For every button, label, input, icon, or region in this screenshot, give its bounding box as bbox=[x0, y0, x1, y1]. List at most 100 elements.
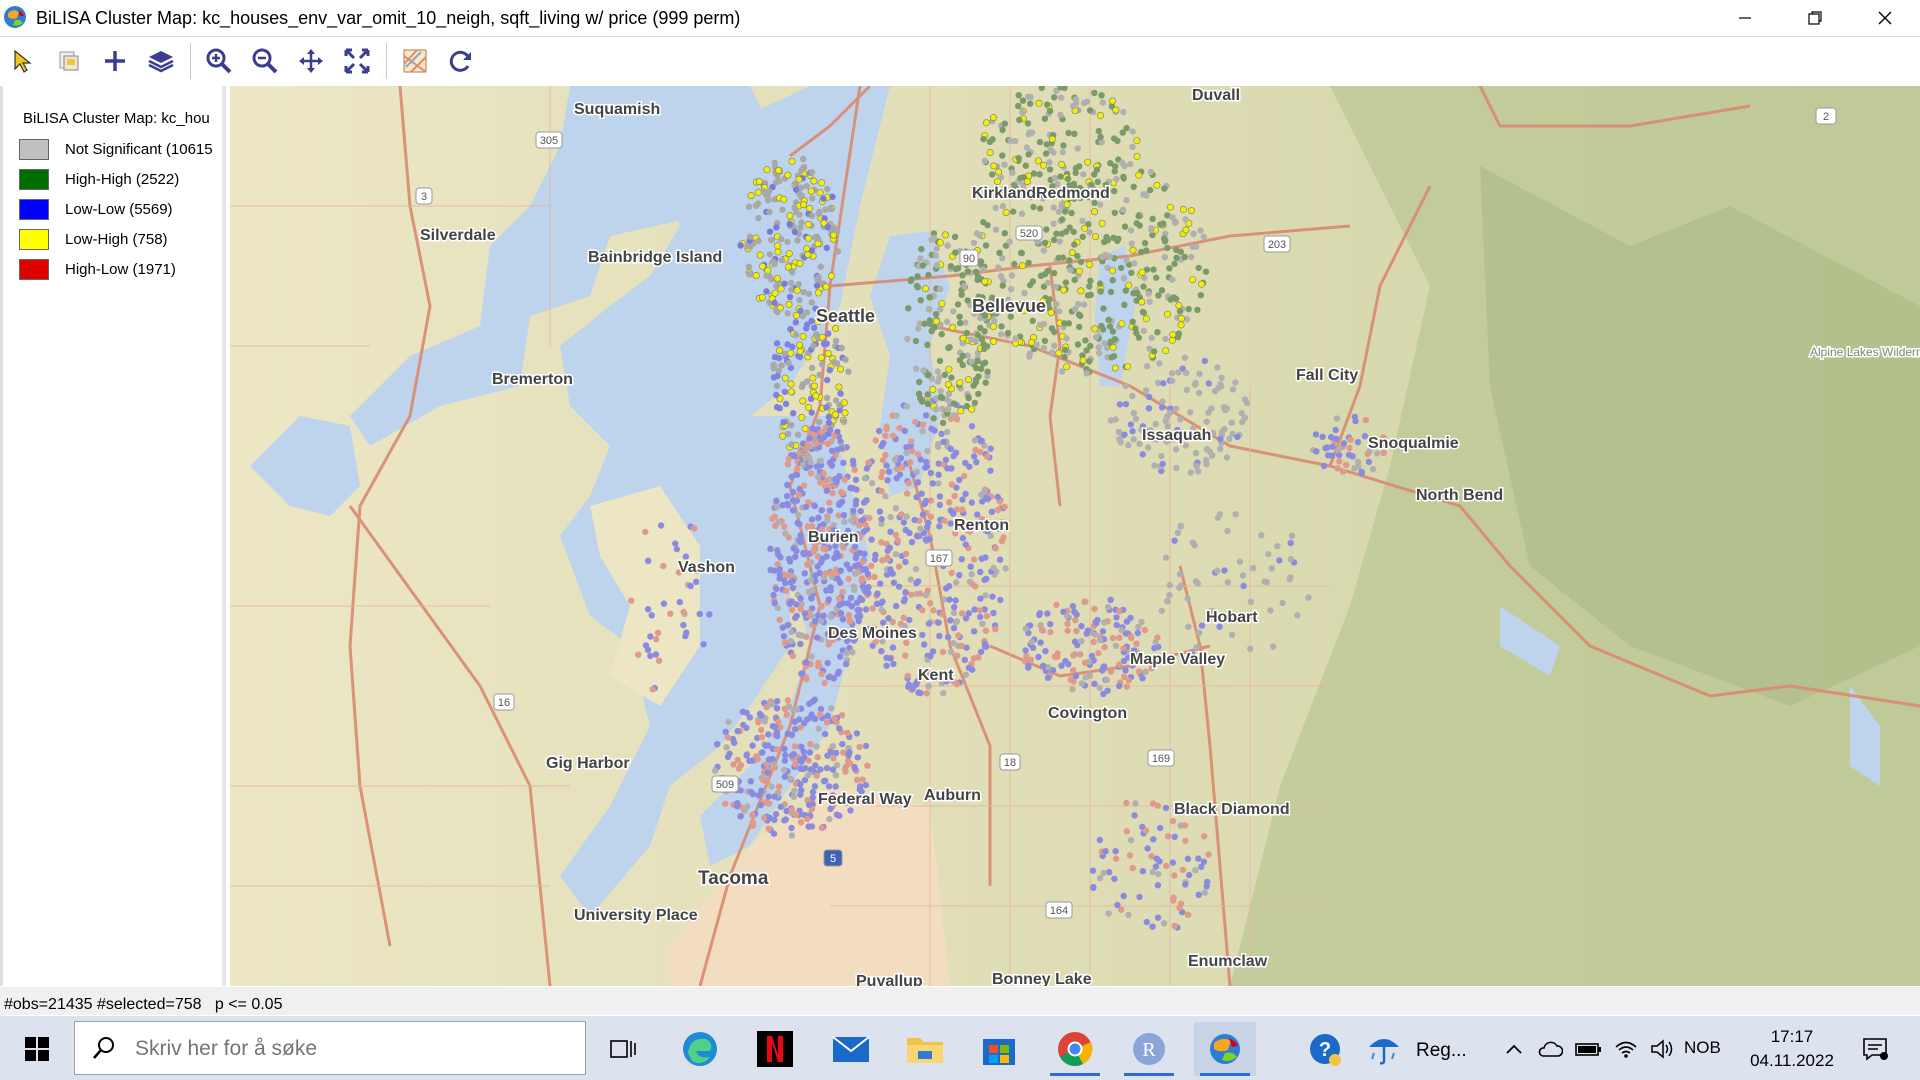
observation-point bbox=[987, 467, 994, 474]
observation-point bbox=[860, 528, 868, 535]
observation-point bbox=[1287, 555, 1295, 563]
observation-point bbox=[1071, 638, 1079, 645]
file-explorer-taskbar-button[interactable] bbox=[894, 1022, 956, 1076]
weather-widget[interactable]: Reg... bbox=[1362, 1022, 1472, 1076]
observation-point bbox=[972, 446, 979, 453]
netflix-taskbar-button[interactable] bbox=[744, 1022, 806, 1076]
store-taskbar-button[interactable] bbox=[968, 1022, 1030, 1076]
observation-point bbox=[1197, 292, 1204, 299]
observation-point bbox=[936, 523, 943, 530]
minimize-button[interactable] bbox=[1710, 0, 1780, 36]
start-button[interactable] bbox=[6, 1022, 68, 1076]
geoda-taskbar-button[interactable] bbox=[1194, 1022, 1256, 1076]
select-tool-button[interactable] bbox=[6, 44, 40, 78]
observation-point bbox=[1069, 602, 1076, 610]
input-language-indicator[interactable]: NOB bbox=[1684, 1038, 1721, 1058]
onedrive-button[interactable] bbox=[1530, 1022, 1570, 1076]
observation-point bbox=[804, 772, 812, 779]
legend-item-not-significant[interactable]: Not Significant (10615 bbox=[19, 138, 222, 162]
zoom-in-button[interactable] bbox=[202, 44, 236, 78]
copy-image-button[interactable] bbox=[52, 44, 86, 78]
observation-point bbox=[1201, 357, 1208, 365]
volume-button[interactable] bbox=[1644, 1022, 1680, 1076]
close-button[interactable] bbox=[1850, 0, 1920, 36]
observation-point bbox=[925, 519, 932, 527]
observation-point bbox=[1168, 370, 1176, 377]
observation-point bbox=[981, 488, 988, 495]
legend-item-low-low[interactable]: Low-Low (5569) bbox=[19, 198, 222, 222]
observation-point bbox=[970, 382, 977, 389]
observation-point bbox=[826, 815, 833, 823]
observation-point bbox=[1305, 594, 1312, 601]
observation-point bbox=[854, 776, 861, 783]
observation-point bbox=[852, 497, 860, 504]
observation-point bbox=[964, 297, 971, 304]
observation-point bbox=[798, 413, 806, 421]
observation-point bbox=[878, 473, 885, 481]
battery-button[interactable] bbox=[1570, 1022, 1608, 1076]
cluster-map-canvas[interactable]: 305 3 520 90 167 16 509 5 18 169 164 2 2… bbox=[230, 86, 1920, 986]
observation-point bbox=[1223, 454, 1231, 461]
wifi-button[interactable] bbox=[1608, 1022, 1644, 1076]
observation-point bbox=[1168, 336, 1176, 344]
observation-point bbox=[1029, 129, 1036, 136]
observation-point bbox=[942, 456, 950, 463]
observation-point bbox=[786, 212, 794, 220]
observation-point bbox=[1097, 201, 1104, 208]
observation-point bbox=[959, 496, 966, 503]
observation-point bbox=[1129, 864, 1136, 872]
observation-point bbox=[1287, 539, 1294, 547]
observation-point bbox=[1120, 108, 1127, 116]
observation-point bbox=[785, 455, 792, 463]
taskbar-search-box[interactable] bbox=[74, 1021, 586, 1075]
observation-point bbox=[998, 323, 1005, 330]
search-input[interactable] bbox=[133, 1032, 557, 1066]
observation-point bbox=[817, 436, 825, 443]
observation-point bbox=[735, 765, 743, 772]
observation-point bbox=[1067, 266, 1074, 274]
observation-point bbox=[952, 265, 960, 273]
layers-button[interactable] bbox=[144, 44, 178, 78]
r-taskbar-button[interactable]: R bbox=[1118, 1022, 1180, 1076]
observation-point bbox=[792, 186, 800, 193]
refresh-button[interactable] bbox=[444, 44, 478, 78]
svg-text:18: 18 bbox=[1004, 757, 1016, 769]
observation-point bbox=[792, 725, 799, 733]
mail-taskbar-button[interactable] bbox=[820, 1022, 882, 1076]
observation-point bbox=[763, 166, 771, 174]
chrome-taskbar-button[interactable] bbox=[1044, 1022, 1106, 1076]
observation-point bbox=[961, 656, 968, 664]
observation-point bbox=[647, 633, 654, 640]
observation-point bbox=[1129, 318, 1136, 325]
observation-point bbox=[970, 655, 978, 662]
edge-taskbar-button[interactable] bbox=[669, 1022, 731, 1076]
observation-point bbox=[1158, 452, 1165, 460]
observation-point bbox=[798, 743, 805, 751]
zoom-out-button[interactable] bbox=[248, 44, 282, 78]
observation-point bbox=[1098, 322, 1105, 330]
observation-point bbox=[885, 615, 892, 622]
task-view-button[interactable] bbox=[592, 1022, 654, 1076]
observation-point bbox=[786, 558, 794, 565]
observation-point bbox=[791, 452, 798, 460]
observation-point bbox=[818, 507, 825, 514]
observation-point bbox=[1053, 601, 1060, 609]
pan-button[interactable] bbox=[294, 44, 328, 78]
legend-item-high-low[interactable]: High-Low (1971) bbox=[19, 258, 222, 282]
svg-text:90: 90 bbox=[963, 253, 975, 265]
full-extent-button[interactable] bbox=[340, 44, 374, 78]
observation-point bbox=[1182, 216, 1189, 223]
observation-point bbox=[1222, 406, 1229, 414]
clock-button[interactable]: 17:17 04.11.2022 bbox=[1736, 1022, 1848, 1076]
help-taskbar-button[interactable]: ? bbox=[1294, 1022, 1356, 1076]
legend-item-low-high[interactable]: Low-High (758) bbox=[19, 228, 222, 252]
basemap-button[interactable] bbox=[398, 44, 432, 78]
observation-point bbox=[804, 234, 812, 242]
observation-point bbox=[853, 730, 861, 737]
restore-button[interactable] bbox=[1780, 0, 1850, 36]
show-hidden-icons-button[interactable] bbox=[1500, 1022, 1528, 1076]
notifications-button[interactable] bbox=[1850, 1022, 1900, 1076]
add-layer-button[interactable] bbox=[98, 44, 132, 78]
pan-icon bbox=[299, 49, 323, 73]
legend-item-high-high[interactable]: High-High (2522) bbox=[19, 168, 222, 192]
